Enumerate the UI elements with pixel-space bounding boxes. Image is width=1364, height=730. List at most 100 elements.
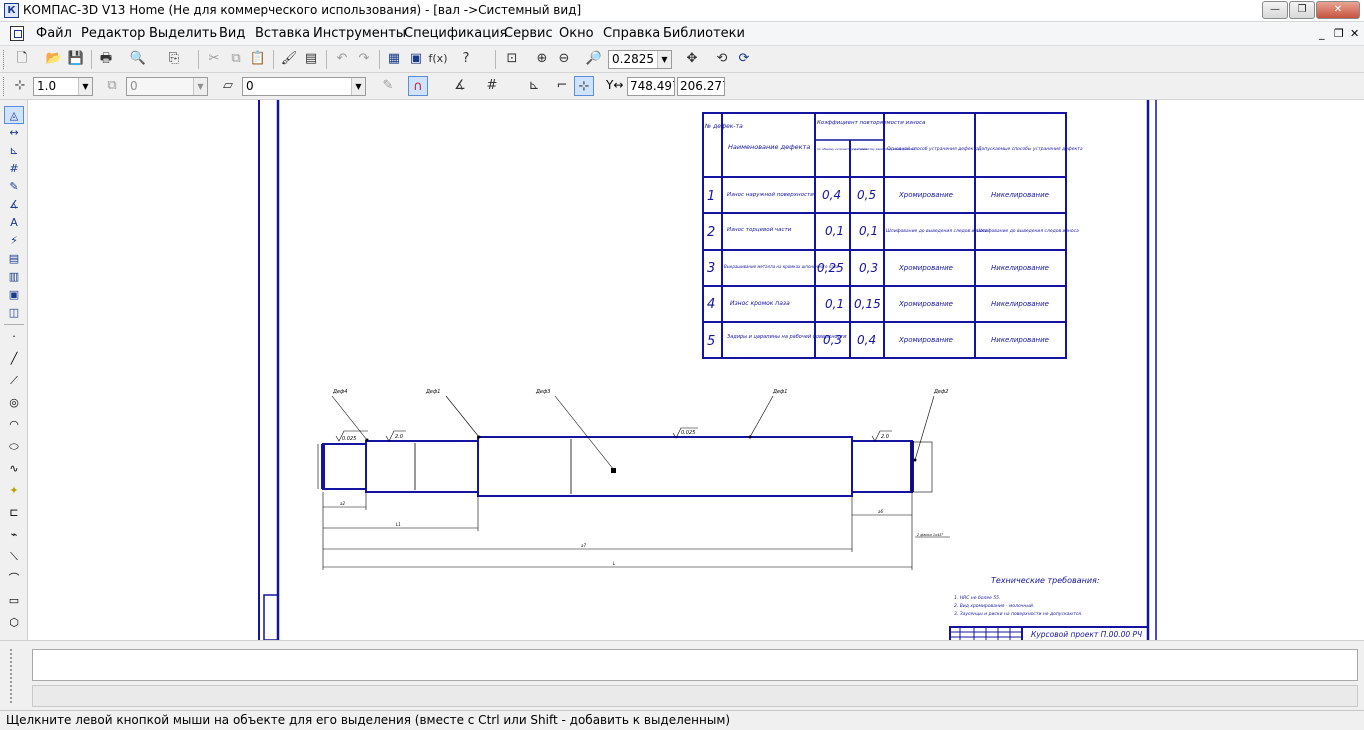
shaft-journal-left[interactable]: [365, 440, 479, 493]
mdi-restore-button[interactable]: ❐: [1334, 27, 1344, 40]
close-button[interactable]: ✕: [1316, 1, 1360, 19]
dimensions-icon[interactable]: ↔: [4, 124, 24, 142]
snap-points-icon[interactable]: ⊹: [574, 76, 594, 96]
snap-magnet-icon[interactable]: ∩: [408, 76, 428, 96]
save-icon[interactable]: 💾: [66, 49, 86, 69]
coord-x-field[interactable]: 748.497: [627, 77, 675, 96]
table-row[interactable]: 1 Износ наружной поверхности 0,4 0,5 Хро…: [707, 188, 1049, 204]
orthogonal-mode-icon[interactable]: ⌐: [552, 76, 572, 96]
zoom-scale-icon[interactable]: 🔎: [584, 49, 604, 69]
mdi-minimize-button[interactable]: _: [1319, 27, 1325, 40]
zoom-out-icon[interactable]: ⊖: [554, 49, 574, 69]
drawing-canvas[interactable]: № дефек-та Наименование дефекта Коэффици…: [28, 100, 1364, 640]
zoom-in-icon[interactable]: ⊕: [532, 49, 552, 69]
zoom-window-icon[interactable]: ⊡: [502, 49, 522, 69]
cut-icon[interactable]: ✂: [204, 49, 224, 69]
edit-icon[interactable]: #: [4, 160, 24, 178]
step-combo[interactable]: 1.0 ▼: [33, 77, 93, 96]
drawing-svg[interactable]: № дефек-та Наименование дефекта Коэффици…: [28, 100, 1364, 640]
properties-brush-icon[interactable]: 🖌: [279, 49, 299, 69]
designations-icon[interactable]: ⊾: [4, 142, 24, 160]
property-panel-content[interactable]: [32, 649, 1358, 681]
menu-insert[interactable]: Вставка: [255, 26, 310, 41]
redo-icon[interactable]: ↷: [354, 49, 374, 69]
toolbar-grip[interactable]: [3, 50, 6, 69]
spec-icon[interactable]: ▤: [4, 250, 24, 268]
menu-file[interactable]: Файл: [36, 26, 72, 41]
chamfer-icon[interactable]: ⟍: [4, 548, 24, 566]
table-row[interactable]: 3 Выкрашивание металла на кромках шпоноч…: [707, 261, 1049, 276]
menu-libraries[interactable]: Библиотеки: [663, 26, 745, 41]
shaft-journal-right[interactable]: [851, 440, 913, 493]
refresh-icon[interactable]: ⟲: [712, 49, 732, 69]
associative-views-icon[interactable]: ⚡: [4, 232, 24, 250]
ortho-icon[interactable]: ∡: [450, 76, 470, 96]
menu-editor[interactable]: Редактор: [81, 26, 145, 41]
polyline-icon[interactable]: ⌁: [4, 526, 24, 544]
measure-icon[interactable]: ∡: [4, 196, 24, 214]
table-row[interactable]: 5 Задиры и царапины на рабочей поверхнос…: [707, 333, 1049, 349]
help-pointer-icon[interactable]: ?: [456, 49, 476, 69]
menu-select[interactable]: Выделить: [149, 26, 217, 41]
rectangle-icon[interactable]: ▭: [4, 592, 24, 610]
menu-tools[interactable]: Инструменты: [313, 26, 406, 41]
reports-icon[interactable]: ▥: [4, 268, 24, 286]
circle-icon[interactable]: ◎: [4, 394, 24, 412]
layer-combo[interactable]: 0 ▼: [242, 77, 366, 96]
chevron-down-icon[interactable]: ▼: [78, 78, 92, 95]
mdi-close-button[interactable]: ✕: [1350, 27, 1359, 40]
fillet-icon[interactable]: ⌒: [4, 570, 24, 588]
kompas-app-icon[interactable]: К: [4, 3, 19, 18]
spline-icon[interactable]: ∿: [4, 460, 24, 478]
maximize-button[interactable]: ❐: [1289, 1, 1315, 19]
menu-window[interactable]: Окно: [559, 26, 594, 41]
manager-icon[interactable]: ▤: [301, 49, 321, 69]
preview-icon[interactable]: 🔍: [128, 49, 148, 69]
shaft-drawing[interactable]: Деф4 Деф1 Деф3 Деф1 Деф2 0.025 2.0 0.025…: [317, 389, 950, 570]
properties-icon[interactable]: ✎: [378, 76, 398, 96]
chevron-down-icon[interactable]: ▼: [193, 78, 207, 95]
segment-icon[interactable]: ⟋: [4, 372, 24, 390]
pan-icon[interactable]: ✥: [682, 49, 702, 69]
contour-icon[interactable]: ⊏: [4, 504, 24, 522]
selection-icon[interactable]: A: [4, 214, 24, 232]
toolbar-grip[interactable]: [3, 77, 6, 96]
hatch-icon[interactable]: ✦: [4, 482, 24, 500]
polygon-icon[interactable]: ⬡: [4, 614, 24, 632]
open-folder-icon[interactable]: 📂: [44, 49, 64, 69]
print-icon[interactable]: 🖶: [96, 49, 116, 69]
page-setup-icon[interactable]: ⎘: [164, 49, 184, 69]
regenerate-icon[interactable]: ⟳: [734, 49, 754, 69]
arc-icon[interactable]: ◠: [4, 416, 24, 434]
variables-icon[interactable]: ▣: [406, 49, 426, 69]
copy-icon[interactable]: ⧉: [226, 49, 246, 69]
document-icon[interactable]: [10, 26, 24, 41]
formula-icon[interactable]: f(x): [428, 49, 448, 69]
paste-icon[interactable]: 📋: [248, 49, 268, 69]
cursor-step-icon[interactable]: ⊹: [10, 76, 30, 96]
menu-view[interactable]: Вид: [219, 26, 245, 41]
view-icon[interactable]: ⧉: [102, 76, 122, 96]
inserts-icon[interactable]: ▣: [4, 286, 24, 304]
menu-help[interactable]: Справка: [603, 26, 660, 41]
ellipse-icon[interactable]: ⬭: [4, 438, 24, 456]
coord-y-field[interactable]: 206.277: [677, 77, 725, 96]
menu-service[interactable]: Сервис: [504, 26, 553, 41]
view-combo[interactable]: 0 ▼: [126, 77, 208, 96]
undo-icon[interactable]: ↶: [332, 49, 352, 69]
chevron-down-icon[interactable]: ▼: [351, 78, 365, 95]
fragment-icon[interactable]: ◫: [4, 304, 24, 322]
grid-icon[interactable]: #: [482, 76, 502, 96]
table-row[interactable]: 2 Износ торцевой части 0,1 0,1 Шлифовани…: [707, 224, 1079, 240]
table-row[interactable]: 4 Износ кромок паза 0,1 0,15 Хромировани…: [707, 297, 1049, 312]
chevron-down-icon[interactable]: ▼: [657, 51, 671, 68]
point-icon[interactable]: ·: [4, 328, 24, 346]
new-document-icon[interactable]: 🗋: [12, 49, 32, 69]
panel-grip[interactable]: [10, 649, 24, 703]
menu-specification[interactable]: Спецификация: [404, 26, 507, 41]
zoom-combo[interactable]: 0.2825 ▼: [608, 50, 672, 69]
parametrization-icon[interactable]: ✎: [4, 178, 24, 196]
title-block[interactable]: Курсовой проект П.00.00 РЧ: [949, 626, 1149, 640]
layer-icon[interactable]: ▱: [218, 76, 238, 96]
layers-icon[interactable]: ▦: [384, 49, 404, 69]
